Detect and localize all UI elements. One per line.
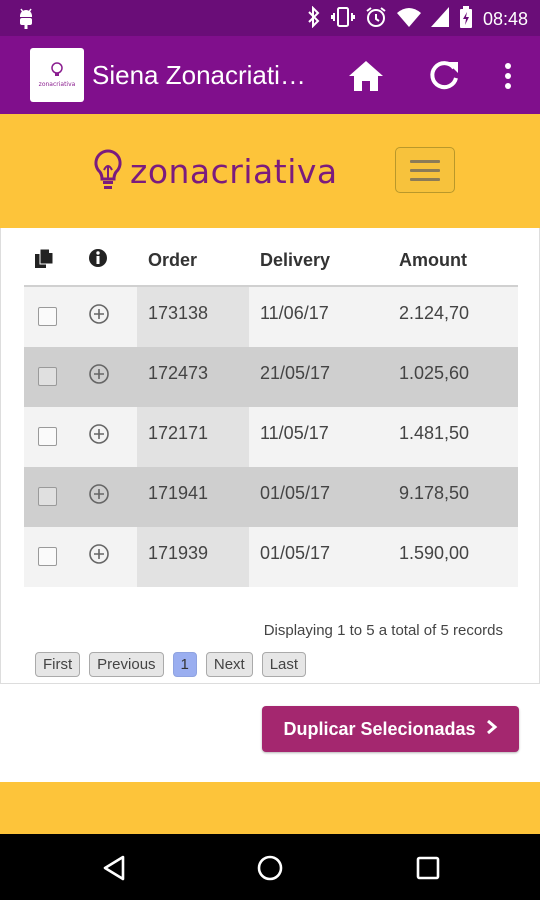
records-summary: Displaying 1 to 5 a total of 5 records [263,622,503,639]
info-icon [88,248,108,273]
site-logo[interactable]: zonacriativa [92,148,338,194]
delivery-date: 21/05/17 [260,363,331,383]
more-vert-icon[interactable] [486,54,530,98]
table-row: 171941 01/05/17 9.178,50 [24,467,518,527]
chevron-right-icon [486,719,498,740]
row-checkbox[interactable] [38,547,57,566]
back-icon[interactable] [96,850,132,886]
delivery-date: 01/05/17 [260,483,331,503]
alarm-icon [365,6,387,33]
next-page-button[interactable]: Next [205,652,253,677]
order-amount: 2.124,70 [399,303,470,323]
expand-plus-icon[interactable] [88,423,110,450]
order-number: 171939 [148,543,209,563]
bluetooth-icon [307,5,321,33]
page-1-button[interactable]: 1 [172,652,197,677]
expand-plus-icon[interactable] [88,543,110,570]
lightbulb-icon [94,149,122,189]
app-logo-text: zonacriativa [39,81,76,88]
home-circle-icon[interactable] [252,850,288,886]
order-amount: 9.178,50 [399,483,470,503]
row-checkbox[interactable] [38,307,57,326]
signal-icon [430,7,449,32]
copy-icon [34,248,54,275]
table-row: 172171 11/05/17 1.481,50 [24,407,518,467]
vibrate-icon [330,6,355,33]
table-row: 171939 01/05/17 1.590,00 [24,527,518,587]
orders-panel: Order Delivery Amount 173138 11/06/17 2.… [0,228,540,684]
app-logo: zonacriativa [30,48,84,102]
delivery-date: 11/06/17 [260,303,329,323]
hamburger-icon-bar [410,168,440,172]
duplicate-selected-button[interactable]: Duplicar Selecionadas [262,706,519,752]
expand-plus-icon[interactable] [88,483,110,510]
hamburger-icon-bar [410,177,440,181]
hamburger-icon-bar [410,159,440,163]
first-page-button[interactable]: First [35,652,81,677]
column-header-amount[interactable]: Amount [399,250,467,271]
system-navigation-bar [0,834,540,900]
column-header-order[interactable]: Order [148,250,197,271]
site-header: zonacriativa [0,114,540,228]
table-header: Order Delivery Amount [24,242,518,286]
clock-time: 08:48 [482,9,528,29]
app-bar: zonacriativa Siena Zonacriati… [0,36,540,114]
expand-plus-icon[interactable] [88,363,110,390]
row-checkbox[interactable] [38,427,57,446]
android-debug-icon [16,7,36,34]
duplicate-selected-label: Duplicar Selecionadas [283,718,476,739]
row-checkbox[interactable] [38,367,57,386]
app-title: Siena Zonacriati… [92,60,306,90]
refresh-icon[interactable] [422,54,466,98]
battery-icon [459,6,473,33]
previous-page-button[interactable]: Previous [89,652,164,677]
table-row: 173138 11/06/17 2.124,70 [24,287,518,347]
row-checkbox[interactable] [38,487,57,506]
last-page-button[interactable]: Last [261,652,307,677]
home-icon[interactable] [344,54,388,98]
wifi-icon [396,7,421,32]
order-number: 172171 [148,423,209,443]
delivery-date: 01/05/17 [260,543,331,563]
expand-plus-icon[interactable] [88,303,110,330]
order-number: 172473 [148,363,209,383]
hamburger-menu-button[interactable] [395,147,455,193]
column-header-delivery[interactable]: Delivery [260,250,330,271]
table-body: 173138 11/06/17 2.124,70 172473 21/05/17… [24,287,518,587]
order-number: 173138 [148,303,209,323]
recents-square-icon[interactable] [410,850,446,886]
site-logo-text: zonacriativa [130,151,338,191]
order-amount: 1.590,00 [399,543,470,563]
delivery-date: 11/05/17 [260,423,329,443]
status-bar: 08:48 [0,0,540,36]
order-amount: 1.481,50 [399,423,470,443]
order-number: 171941 [148,483,209,503]
site-footer [0,782,540,834]
pagination: First Previous 1 Next Last [35,652,307,677]
table-row: 172473 21/05/17 1.025,60 [24,347,518,407]
order-amount: 1.025,60 [399,363,470,383]
